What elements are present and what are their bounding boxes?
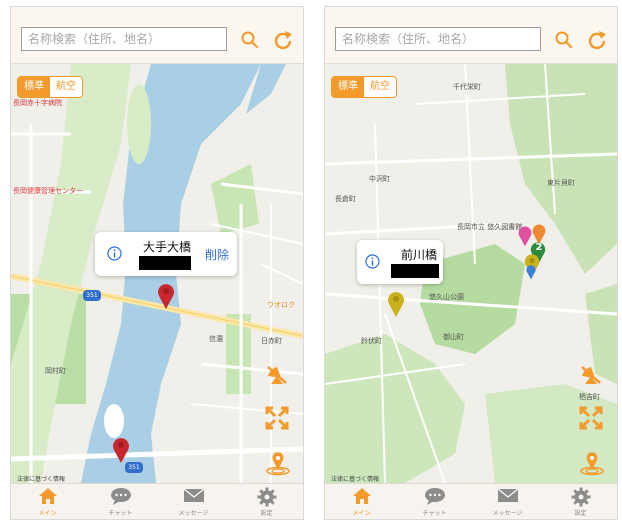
map-view[interactable]: 標準 航空 長岡赤十字病院 長岡健康管理センター ウオロク 信濃 日赤町 岡村町… [11,64,303,483]
map-type-standard[interactable]: 標準 [332,77,364,97]
map-label: ウオロク [267,301,295,309]
map-screen-right: 標準 航空 千代栄町 中沢町 長倉町 東片貝町 長岡市立 悠久図書館 悠久山公園… [324,6,618,520]
callout-title: 大手大橋 [143,240,192,254]
chat-icon [424,488,445,505]
tab-label: 設定 [260,510,273,517]
map-type-toggle[interactable]: 標準 航空 [331,76,397,98]
map-type-toggle[interactable]: 標準 航空 [17,76,83,98]
legal-text[interactable]: 法律に基づく情報 [17,474,65,483]
tab-settings[interactable]: 設定 [544,484,617,519]
search-icon[interactable] [551,27,577,53]
expand-icon[interactable] [265,406,289,430]
tab-main[interactable]: メイン [325,484,398,519]
callout-title: 前川橋 [401,248,438,262]
radar-icon[interactable] [265,362,289,386]
tab-label: メッセージ [178,510,209,517]
delete-button[interactable]: 削除 [205,246,229,263]
map-label: 長岡健康管理センター [13,187,83,195]
home-icon [352,488,371,504]
location-icon[interactable] [265,450,291,476]
tab-label: メッセージ [492,510,523,517]
top-bar [325,7,617,64]
map-label: 悠久山公園 [429,293,464,301]
tab-label: メイン [38,510,57,517]
tab-message[interactable]: メッセージ [471,484,544,519]
top-bar [11,7,303,64]
map-label: 長岡市立 悠久図書館 [457,223,523,231]
location-icon[interactable] [579,450,605,476]
map-screen-left: 標準 航空 長岡赤十字病院 長岡健康管理センター ウオロク 信濃 日赤町 岡村町… [10,6,304,520]
chat-icon [110,488,131,505]
tab-label: チャット [422,510,447,517]
map-view[interactable]: 標準 航空 千代栄町 中沢町 長倉町 東片貝町 長岡市立 悠久図書館 悠久山公園… [325,64,617,483]
map-label: 千代栄町 [453,83,481,91]
mail-icon [183,488,204,502]
map-label: 長倉町 [335,195,356,203]
map-type-aerial[interactable]: 航空 [50,77,82,97]
search-input[interactable] [335,27,541,51]
map-label: 鈴伏町 [361,337,382,345]
search-input[interactable] [21,27,227,51]
tab-message[interactable]: メッセージ [157,484,230,519]
map-pin-red[interactable] [111,436,131,464]
gear-icon [257,487,276,507]
pin-callout[interactable]: 前川橋 [357,240,443,284]
radar-icon[interactable] [579,362,603,386]
expand-icon[interactable] [579,406,603,430]
tab-chat[interactable]: チャット [398,484,471,519]
map-label: 日赤町 [261,337,282,345]
tab-label: メイン [352,510,371,517]
legal-text[interactable]: 法律に基づく情報 [331,474,379,483]
search-icon[interactable] [237,27,263,53]
route-shield: 351 [83,290,101,301]
map-pin-red[interactable] [156,282,176,310]
redacted-text [139,256,191,270]
redacted-text [391,264,439,278]
mail-icon [497,488,518,502]
map-label: 中沢町 [369,175,390,183]
tab-bar: メイン チャット メッセージ 設定 [325,483,617,519]
map-type-aerial[interactable]: 航空 [364,77,396,97]
refresh-icon[interactable] [585,27,611,53]
tab-main[interactable]: メイン [11,484,84,519]
map-type-standard[interactable]: 標準 [18,77,50,97]
tab-label: 設定 [574,510,587,517]
tab-chat[interactable]: チャット [84,484,157,519]
gear-icon [571,487,590,507]
map-label: 長岡赤十字病院 [13,99,62,107]
map-pin-yellow[interactable] [386,290,406,318]
pin-callout[interactable]: 大手大橋 削除 [95,232,237,276]
map-label: 岡村町 [45,367,66,375]
tab-bar: メイン チャット メッセージ 設定 [11,483,303,519]
refresh-icon[interactable] [271,27,297,53]
home-icon [38,488,57,504]
map-pin-blue[interactable] [525,264,537,280]
map-label: 御山町 [443,333,464,341]
map-label: 栖吉町 [579,393,600,401]
info-icon[interactable] [365,254,380,269]
map-label: 信濃 [209,335,223,343]
map-label: 東片貝町 [547,179,575,187]
tab-settings[interactable]: 設定 [230,484,303,519]
info-icon[interactable] [107,246,122,261]
tab-label: チャット [108,510,133,517]
